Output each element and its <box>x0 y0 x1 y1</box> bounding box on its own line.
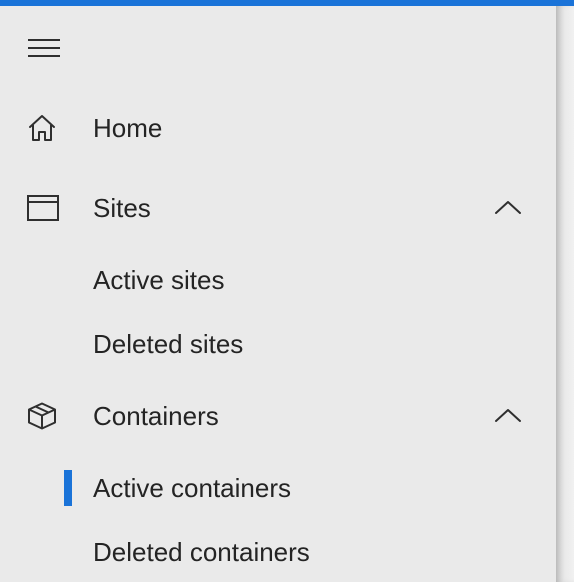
chevron-up-icon[interactable] <box>492 405 524 427</box>
content-pane-edge <box>556 6 574 582</box>
nav-item-home-label: Home <box>93 113 163 143</box>
nav-item-containers-label: Containers <box>93 401 219 431</box>
nav-item-home[interactable]: Home <box>0 100 556 156</box>
browser-window-icon <box>26 194 62 222</box>
nav-subitem-active-sites[interactable]: Active sites <box>0 256 556 304</box>
selected-indicator <box>64 470 72 506</box>
nav-item-containers[interactable]: Containers <box>0 388 556 444</box>
cube-icon <box>26 402 62 430</box>
chevron-up-icon[interactable] <box>492 197 524 219</box>
hamburger-menu-icon[interactable] <box>28 38 60 58</box>
nav-subitem-active-containers[interactable]: Active containers <box>0 464 556 512</box>
nav-subitem-active-sites-label: Active sites <box>93 265 225 295</box>
nav-item-sites-label: Sites <box>93 193 151 223</box>
nav-subitem-active-containers-label: Active containers <box>93 473 291 503</box>
nav-subitem-deleted-sites-label: Deleted sites <box>93 329 244 359</box>
nav-item-sites[interactable]: Sites <box>0 180 556 236</box>
admin-center-window: Home Sites Active sites Deleted sites Co… <box>0 0 574 582</box>
nav-subitem-deleted-containers[interactable]: Deleted containers <box>0 528 556 576</box>
navigation-pane: Home Sites Active sites Deleted sites Co… <box>0 6 556 582</box>
home-icon <box>26 114 62 142</box>
nav-subitem-deleted-containers-label: Deleted containers <box>93 537 310 567</box>
nav-subitem-deleted-sites[interactable]: Deleted sites <box>0 320 556 368</box>
